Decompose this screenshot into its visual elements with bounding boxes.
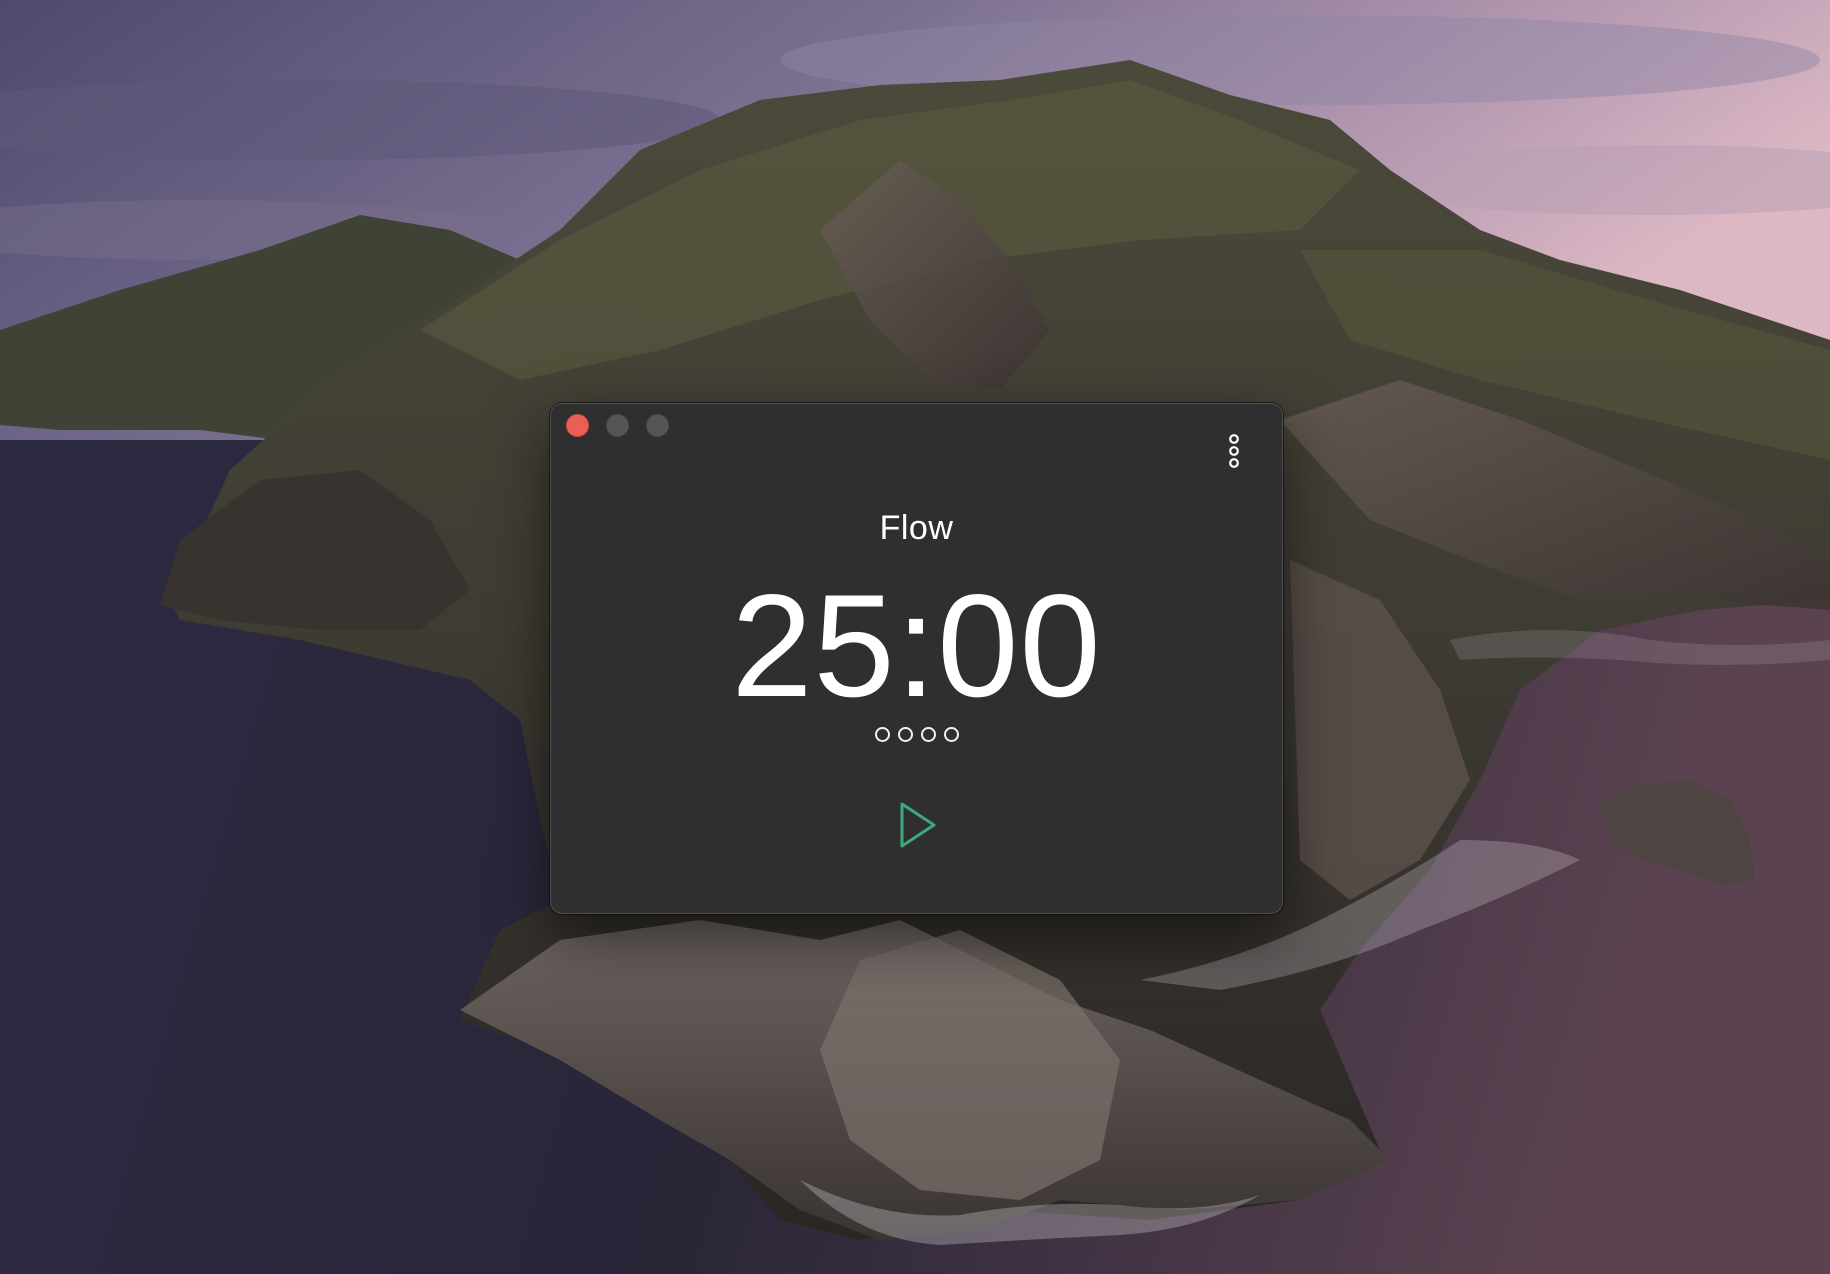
timer-display: 25:00	[731, 564, 1102, 727]
play-button[interactable]	[898, 801, 938, 851]
more-vertical-icon	[1229, 434, 1239, 468]
minimize-icon	[606, 414, 629, 437]
session-dot	[897, 727, 913, 742]
session-dot	[920, 727, 936, 742]
play-icon	[900, 802, 936, 848]
more-options-button[interactable]	[1224, 433, 1244, 473]
pomodoro-timer-window: Flow 25:00	[550, 403, 1283, 914]
session-dot	[874, 727, 890, 742]
session-title: Flow	[879, 509, 954, 547]
session-progress-dots	[551, 727, 1282, 742]
desktop: Flow 25:00	[0, 0, 1830, 1274]
session-dot	[943, 727, 959, 742]
zoom-icon	[646, 414, 669, 437]
close-icon[interactable]	[566, 414, 589, 437]
window-controls	[566, 414, 669, 437]
